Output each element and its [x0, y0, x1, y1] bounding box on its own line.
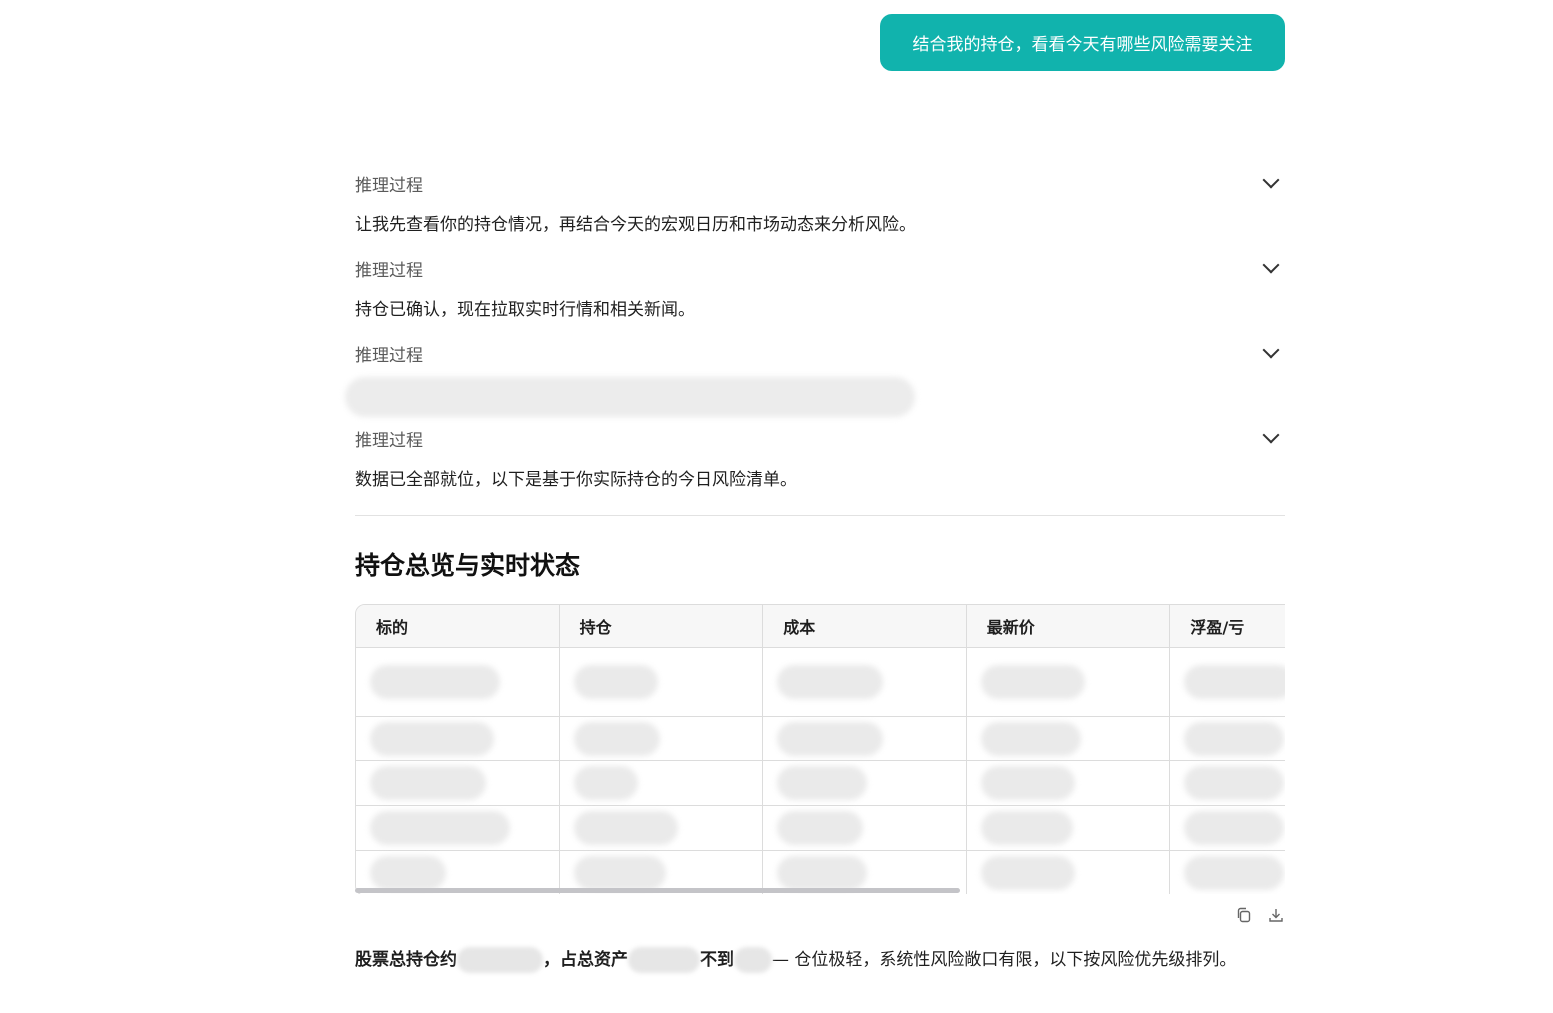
table-cell — [967, 717, 1171, 760]
column-header: 成本 — [763, 605, 967, 647]
horizontal-scrollbar[interactable] — [355, 888, 960, 893]
redaction-blur — [573, 856, 666, 890]
column-header: 标的 — [356, 605, 560, 647]
reasoning-toggle-1[interactable]: 推理过程 — [355, 165, 1285, 201]
table-cell — [356, 717, 560, 760]
table-cell — [967, 851, 1171, 894]
redaction-blur — [370, 721, 494, 756]
reasoning-text: 数据已全部就位，以下是基于你实际持仓的今日风险清单。 — [355, 470, 797, 490]
redaction-blur — [1184, 856, 1285, 890]
redaction-blur — [573, 665, 658, 699]
holdings-table: 标的 持仓 成本 最新价 浮盈/亏 — [355, 604, 1285, 894]
section-title: 持仓总览与实时状态 — [355, 551, 581, 580]
summary-bold-1: 股票总持仓约 — [355, 950, 457, 970]
redaction-blur — [1184, 721, 1285, 756]
reasoning-toggle-4[interactable]: 推理过程 — [355, 420, 1285, 456]
summary-paragraph: 股票总持仓约 ，占总资产 不到 — 仓位极轻，系统性风险敞口有限，以下按风险优先级排列… — [355, 946, 1285, 974]
table-cell — [763, 761, 967, 805]
section-divider — [355, 515, 1285, 516]
copy-icon-svg — [1237, 907, 1251, 923]
redaction-blur — [370, 856, 446, 890]
summary-bold-2: ，占总资产 — [543, 950, 628, 970]
redaction-blur — [573, 766, 638, 800]
table-cell — [763, 717, 967, 760]
table-cell — [1170, 717, 1285, 760]
redaction-blur — [980, 766, 1075, 800]
chevron-down-icon[interactable] — [1262, 256, 1280, 274]
redaction-blur — [370, 665, 500, 699]
reasoning-label: 推理过程 — [355, 430, 423, 451]
redaction-blur — [1184, 665, 1285, 699]
table-cell — [356, 806, 560, 850]
table-cell — [1170, 648, 1285, 716]
reasoning-toggle-2[interactable]: 推理过程 — [355, 250, 1285, 286]
redaction-blur — [777, 856, 868, 890]
redaction-blur — [980, 856, 1075, 890]
summary-bold-3: 不到 — [700, 950, 734, 970]
redaction-blur — [777, 721, 884, 756]
redaction-blur — [980, 811, 1073, 845]
table-cell — [763, 806, 967, 850]
table-cell — [967, 761, 1171, 805]
table-cell — [560, 648, 764, 716]
table-cell — [1170, 806, 1285, 850]
copy-icon[interactable] — [1235, 906, 1253, 924]
table-cell — [1170, 851, 1285, 894]
reasoning-text: 持仓已确认，现在拉取实时行情和相关新闻。 — [355, 300, 695, 320]
redaction-blur — [573, 721, 660, 756]
redaction-blur — [734, 947, 772, 973]
redaction-blur — [980, 665, 1085, 699]
chevron-down-icon[interactable] — [1262, 341, 1280, 359]
reasoning-toggle-3[interactable]: 推理过程 — [355, 335, 1285, 371]
redaction-blur — [980, 721, 1081, 756]
redaction-blur — [777, 766, 868, 800]
assistant-response: 推理过程 让我先查看你的持仓情况，再结合今天的宏观日历和市场动态来分析风险。 推… — [345, 165, 1285, 974]
table-row — [356, 761, 1285, 806]
redaction-blur — [457, 947, 543, 973]
redaction-blur — [1184, 811, 1285, 845]
table-toolbar — [355, 906, 1285, 930]
user-message-text: 结合我的持仓，看看今天有哪些风险需要关注 — [912, 35, 1253, 55]
redaction-blur — [370, 766, 486, 800]
table-cell — [560, 761, 764, 805]
table-row — [356, 648, 1285, 717]
column-header: 持仓 — [560, 605, 764, 647]
table-row — [356, 717, 1285, 761]
chevron-down-icon[interactable] — [1262, 426, 1280, 444]
table-cell — [763, 648, 967, 716]
reasoning-label: 推理过程 — [355, 175, 423, 196]
table-cell — [356, 648, 560, 716]
table-cell — [967, 648, 1171, 716]
table-cell — [967, 806, 1171, 850]
download-icon-svg — [1269, 909, 1283, 922]
user-message-bubble: 结合我的持仓，看看今天有哪些风险需要关注 — [880, 14, 1285, 71]
column-header: 浮盈/亏 — [1190, 618, 1245, 637]
redaction-blur — [628, 947, 700, 973]
redaction-blur — [370, 811, 510, 845]
holdings-table-container[interactable]: 标的 持仓 成本 最新价 浮盈/亏 — [355, 604, 1285, 894]
reasoning-text: 让我先查看你的持仓情况，再结合今天的宏观日历和市场动态来分析风险。 — [355, 215, 916, 235]
table-header: 标的 持仓 成本 最新价 浮盈/亏 — [356, 605, 1285, 648]
redaction-blur — [345, 377, 915, 417]
redaction-blur — [777, 665, 884, 699]
reasoning-label: 推理过程 — [355, 345, 423, 366]
table-cell — [560, 806, 764, 850]
download-icon[interactable] — [1267, 906, 1285, 924]
table-cell — [560, 717, 764, 760]
chevron-down-icon[interactable] — [1262, 171, 1280, 189]
redaction-blur — [1184, 766, 1285, 800]
table-cell — [356, 761, 560, 805]
reasoning-label: 推理过程 — [355, 260, 423, 281]
chat-page: 结合我的持仓，看看今天有哪些风险需要关注 推理过程 让我先查看你的持仓情况，再结… — [0, 0, 1553, 1013]
column-header: 最新价 — [967, 605, 1171, 647]
redacted-reasoning-text — [345, 371, 1285, 420]
table-cell — [1170, 761, 1285, 805]
redaction-blur — [573, 811, 678, 845]
summary-text: — 仓位极轻，系统性风险敞口有限，以下按风险优先级排列。 — [772, 950, 1237, 970]
redaction-blur — [777, 811, 864, 845]
table-row — [356, 806, 1285, 851]
